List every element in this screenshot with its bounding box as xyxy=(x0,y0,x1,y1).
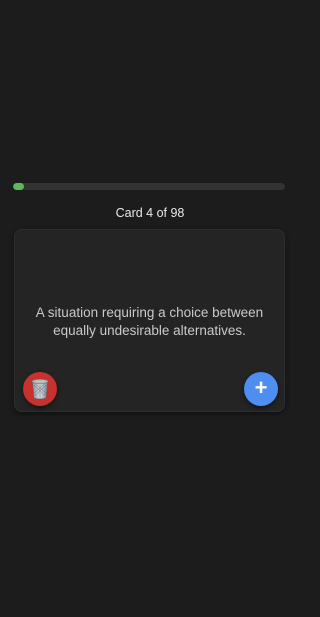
card-counter: Card 4 of 98 xyxy=(115,206,185,220)
card-definition-text: A situation requiring a choice between e… xyxy=(35,305,264,338)
plus-icon: + xyxy=(254,375,268,400)
flashcard-screen: Card 4 of 98 A situation requiring a cho… xyxy=(0,0,300,617)
progress-bar xyxy=(13,183,285,190)
flashcard[interactable]: A situation requiring a choice between e… xyxy=(14,229,285,412)
delete-card-button[interactable] xyxy=(23,372,57,406)
add-card-button[interactable]: + xyxy=(244,372,278,406)
trash-can-icon xyxy=(31,378,49,400)
progress-bar-fill xyxy=(13,183,25,190)
